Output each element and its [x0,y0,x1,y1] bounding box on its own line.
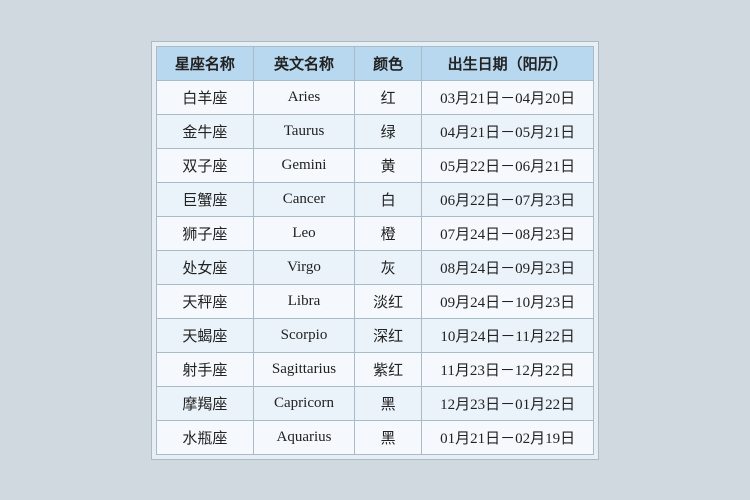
cell-3-1: Cancer [253,182,354,216]
table-row: 狮子座Leo橙07月24日－08月23日 [156,216,593,250]
cell-7-2: 深红 [355,318,422,352]
table-row: 射手座Sagittarius紫红11月23日－12月22日 [156,352,593,386]
cell-6-0: 天秤座 [156,284,253,318]
table-row: 白羊座Aries红03月21日－04月20日 [156,80,593,114]
cell-0-0: 白羊座 [156,80,253,114]
table-body: 白羊座Aries红03月21日－04月20日金牛座Taurus绿04月21日－0… [156,80,593,454]
cell-5-0: 处女座 [156,250,253,284]
table-header-row: 星座名称英文名称颜色出生日期（阳历） [156,46,593,80]
cell-3-2: 白 [355,182,422,216]
table-row: 金牛座Taurus绿04月21日－05月21日 [156,114,593,148]
zodiac-table-container: 星座名称英文名称颜色出生日期（阳历） 白羊座Aries红03月21日－04月20… [151,41,599,460]
cell-5-2: 灰 [355,250,422,284]
cell-4-0: 狮子座 [156,216,253,250]
cell-10-0: 水瓶座 [156,420,253,454]
cell-4-2: 橙 [355,216,422,250]
cell-7-3: 10月24日－11月22日 [422,318,594,352]
cell-9-2: 黑 [355,386,422,420]
zodiac-table: 星座名称英文名称颜色出生日期（阳历） 白羊座Aries红03月21日－04月20… [156,46,594,455]
cell-2-2: 黄 [355,148,422,182]
cell-3-3: 06月22日－07月23日 [422,182,594,216]
table-row: 处女座Virgo灰08月24日－09月23日 [156,250,593,284]
table-row: 水瓶座Aquarius黑01月21日－02月19日 [156,420,593,454]
cell-1-0: 金牛座 [156,114,253,148]
cell-10-1: Aquarius [253,420,354,454]
cell-9-3: 12月23日－01月22日 [422,386,594,420]
cell-2-1: Gemini [253,148,354,182]
table-row: 天蝎座Scorpio深红10月24日－11月22日 [156,318,593,352]
cell-5-1: Virgo [253,250,354,284]
cell-6-1: Libra [253,284,354,318]
cell-10-3: 01月21日－02月19日 [422,420,594,454]
cell-4-1: Leo [253,216,354,250]
table-row: 双子座Gemini黄05月22日－06月21日 [156,148,593,182]
cell-10-2: 黑 [355,420,422,454]
cell-1-3: 04月21日－05月21日 [422,114,594,148]
cell-8-1: Sagittarius [253,352,354,386]
cell-0-2: 红 [355,80,422,114]
cell-1-2: 绿 [355,114,422,148]
cell-6-2: 淡红 [355,284,422,318]
cell-0-1: Aries [253,80,354,114]
column-header: 颜色 [355,46,422,80]
cell-9-0: 摩羯座 [156,386,253,420]
cell-8-2: 紫红 [355,352,422,386]
table-row: 摩羯座Capricorn黑12月23日－01月22日 [156,386,593,420]
cell-3-0: 巨蟹座 [156,182,253,216]
cell-2-0: 双子座 [156,148,253,182]
cell-2-3: 05月22日－06月21日 [422,148,594,182]
column-header: 英文名称 [253,46,354,80]
cell-6-3: 09月24日－10月23日 [422,284,594,318]
table-row: 天秤座Libra淡红09月24日－10月23日 [156,284,593,318]
cell-8-0: 射手座 [156,352,253,386]
cell-5-3: 08月24日－09月23日 [422,250,594,284]
cell-8-3: 11月23日－12月22日 [422,352,594,386]
column-header: 出生日期（阳历） [422,46,594,80]
column-header: 星座名称 [156,46,253,80]
cell-0-3: 03月21日－04月20日 [422,80,594,114]
cell-7-0: 天蝎座 [156,318,253,352]
cell-4-3: 07月24日－08月23日 [422,216,594,250]
table-row: 巨蟹座Cancer白06月22日－07月23日 [156,182,593,216]
cell-7-1: Scorpio [253,318,354,352]
cell-1-1: Taurus [253,114,354,148]
cell-9-1: Capricorn [253,386,354,420]
